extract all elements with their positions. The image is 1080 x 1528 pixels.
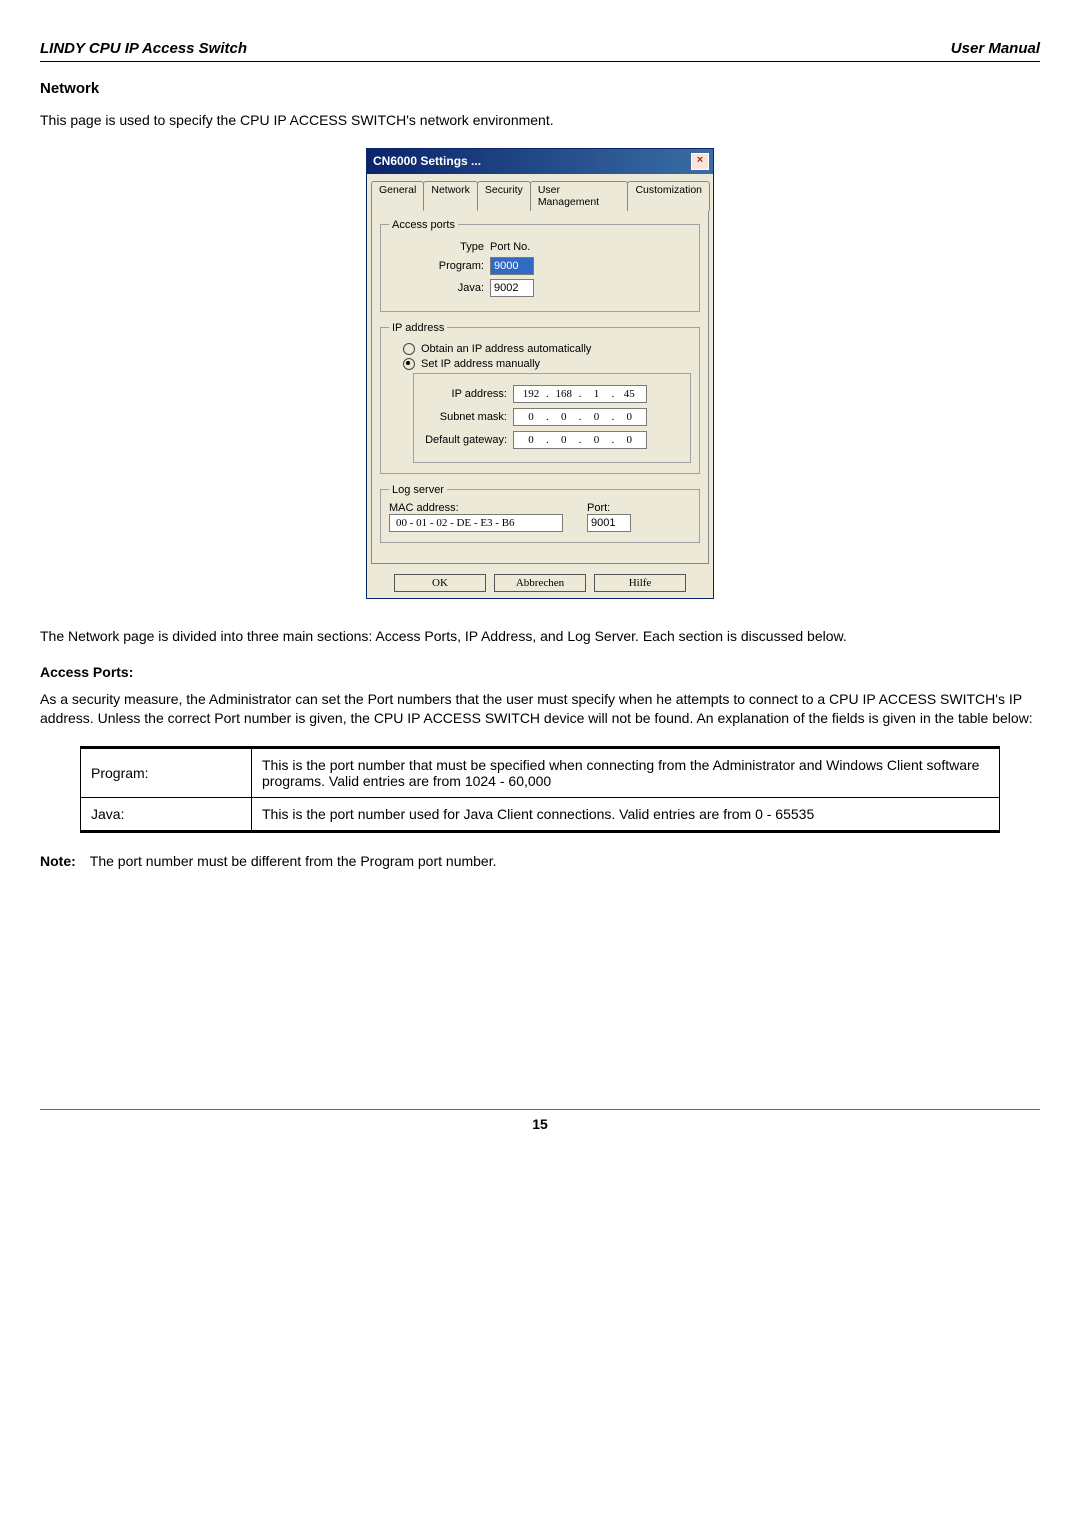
ip-octet: 0 <box>586 434 608 446</box>
java-port-label: Java: <box>389 282 490 294</box>
type-header: Type <box>389 241 490 253</box>
dialog-titlebar: CN6000 Settings ... × <box>367 149 713 174</box>
ip-input[interactable]: 192. 168. 1. 45 <box>513 385 647 403</box>
paragraph-access-ports: As a security measure, the Administrator… <box>40 690 1040 728</box>
ip-octet: 0 <box>618 411 640 423</box>
ip-octet: 0 <box>586 411 608 423</box>
section-heading: Network <box>40 80 1040 97</box>
table-cell-key: Program: <box>81 747 252 797</box>
mac-input[interactable]: 00 - 01 - 02 - DE - E3 - B6 <box>389 514 563 532</box>
settings-dialog: CN6000 Settings ... × General Network Se… <box>366 148 714 599</box>
ip-legend: IP address <box>389 322 447 334</box>
radio-icon <box>403 358 415 370</box>
dialog-title: CN6000 Settings ... <box>373 154 481 168</box>
ports-table: Program: This is the port number that mu… <box>80 746 1000 833</box>
ip-octet: 0 <box>520 411 542 423</box>
doc-title-right: User Manual <box>951 40 1040 57</box>
help-button[interactable]: Hilfe <box>594 574 686 592</box>
radio-ip-auto[interactable]: Obtain an IP address automatically <box>403 343 691 355</box>
mask-input[interactable]: 0. 0. 0. 0 <box>513 408 647 426</box>
portno-header: Port No. <box>490 241 530 253</box>
program-port-input[interactable]: 9000 <box>490 257 534 275</box>
log-port-label: Port: <box>587 502 631 514</box>
tab-network[interactable]: Network <box>423 181 478 211</box>
log-port-input[interactable]: 9001 <box>587 514 631 532</box>
doc-title-left: LINDY CPU IP Access Switch <box>40 40 247 57</box>
tab-security[interactable]: Security <box>477 181 531 211</box>
mac-label: MAC address: <box>389 502 563 514</box>
note-label: Note: <box>40 853 76 869</box>
intro-paragraph: This page is used to specify the CPU IP … <box>40 111 1040 130</box>
radio-ip-manual[interactable]: Set IP address manually <box>403 358 691 370</box>
table-cell-value: This is the port number that must be spe… <box>252 747 1000 797</box>
tab-body: Access ports Type Port No. Program: 9000… <box>371 210 709 564</box>
ip-octet: 0 <box>553 411 575 423</box>
ip-octet: 0 <box>520 434 542 446</box>
tab-customization[interactable]: Customization <box>627 181 710 211</box>
table-cell-key: Java: <box>81 797 252 831</box>
java-port-input[interactable]: 9002 <box>490 279 534 297</box>
gw-label: Default gateway: <box>422 434 513 446</box>
log-server-group: Log server MAC address: 00 - 01 - 02 - D… <box>380 484 700 543</box>
tab-strip: General Network Security User Management… <box>371 180 709 210</box>
tab-user-management[interactable]: User Management <box>530 181 629 211</box>
cancel-button[interactable]: Abbrechen <box>494 574 586 592</box>
mask-label: Subnet mask: <box>422 411 513 423</box>
ip-label: IP address: <box>422 388 513 400</box>
table-cell-value: This is the port number used for Java Cl… <box>252 797 1000 831</box>
ok-button[interactable]: OK <box>394 574 486 592</box>
close-icon[interactable]: × <box>691 153 709 170</box>
access-ports-heading: Access Ports: <box>40 664 1040 680</box>
ip-octet: 1 <box>586 388 608 400</box>
page-number: 15 <box>40 1109 1040 1132</box>
ip-octet: 0 <box>553 434 575 446</box>
ip-address-group: IP address Obtain an IP address automati… <box>380 322 700 474</box>
manual-ip-subgroup: IP address: 192. 168. 1. 45 Subnet mask:… <box>413 373 691 463</box>
program-port-label: Program: <box>389 260 490 272</box>
radio-ip-auto-label: Obtain an IP address automatically <box>421 343 591 355</box>
ip-octet: 45 <box>618 388 640 400</box>
ip-octet: 168 <box>553 388 575 400</box>
radio-ip-manual-label: Set IP address manually <box>421 358 540 370</box>
log-legend: Log server <box>389 484 447 496</box>
access-ports-legend: Access ports <box>389 219 458 231</box>
note-text: The port number must be different from t… <box>90 853 497 869</box>
gw-input[interactable]: 0. 0. 0. 0 <box>513 431 647 449</box>
table-row: Program: This is the port number that mu… <box>81 747 1000 797</box>
radio-icon <box>403 343 415 355</box>
ip-octet: 0 <box>618 434 640 446</box>
access-ports-group: Access ports Type Port No. Program: 9000… <box>380 219 700 312</box>
ip-octet: 192 <box>520 388 542 400</box>
table-row: Java: This is the port number used for J… <box>81 797 1000 831</box>
paragraph-sections: The Network page is divided into three m… <box>40 627 1040 646</box>
tab-general[interactable]: General <box>371 181 424 211</box>
